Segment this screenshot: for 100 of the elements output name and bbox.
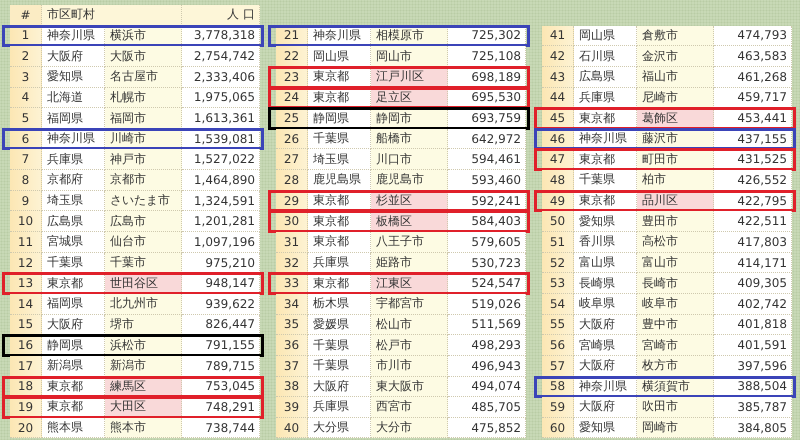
table-cell: 475,852 bbox=[448, 418, 526, 438]
table-cell: 39 bbox=[276, 397, 308, 418]
table-cell: 新潟県 bbox=[42, 356, 105, 377]
table-cell: 北九州市 bbox=[105, 294, 182, 315]
table-cell: 枚方市 bbox=[637, 356, 714, 377]
table-cell: 579,605 bbox=[448, 232, 526, 253]
table-cell: 4 bbox=[10, 88, 42, 108]
table-cell: 東大阪市 bbox=[371, 376, 448, 398]
table-cell: 千葉県 bbox=[308, 128, 371, 150]
table-cell: 大阪府 bbox=[574, 314, 637, 336]
table-cell: 15 bbox=[10, 314, 42, 336]
table-cell: 栃木県 bbox=[308, 294, 371, 315]
table-cell: 福山市 bbox=[637, 66, 714, 88]
table-cell: 長崎県 bbox=[574, 273, 637, 294]
table-cell: 高松市 bbox=[637, 232, 714, 253]
table-cell: 千葉県 bbox=[42, 252, 105, 274]
table-cell: 1,613,361 bbox=[182, 108, 260, 129]
table-cell: 725,108 bbox=[448, 46, 526, 67]
table-cell: 広島市 bbox=[105, 211, 182, 232]
table-cell: 千葉県 bbox=[574, 170, 637, 191]
table-cell: 642,972 bbox=[448, 128, 526, 150]
table-cell: 西宮市 bbox=[371, 397, 448, 418]
table-cell: 福岡県 bbox=[42, 108, 105, 129]
table-cell: 大分市 bbox=[371, 418, 448, 438]
table-cell: 京都市 bbox=[105, 170, 182, 191]
table-cell: 岡山県 bbox=[308, 46, 371, 67]
table-cell: 494,074 bbox=[448, 376, 526, 398]
table-cell: 397,596 bbox=[714, 356, 792, 377]
table-cell: 20 bbox=[10, 418, 42, 438]
table-cell: 51 bbox=[542, 232, 574, 253]
table-cell: 48 bbox=[542, 170, 574, 191]
table-cell: 2,754,742 bbox=[182, 46, 260, 67]
table-cell: 26 bbox=[276, 128, 308, 150]
table-cell: 43 bbox=[542, 66, 574, 88]
table-cell: 姫路市 bbox=[371, 252, 448, 274]
table-cell: 401,818 bbox=[714, 314, 792, 336]
table-cell: 市川市 bbox=[371, 356, 448, 377]
table-cell: 52 bbox=[542, 252, 574, 274]
table-cell: 1,097,196 bbox=[182, 232, 260, 253]
table-cell: 485,705 bbox=[448, 397, 526, 418]
table-cell: 401,591 bbox=[714, 335, 792, 356]
table-cell: 54 bbox=[542, 294, 574, 315]
table-cell: 宇都宮市 bbox=[371, 294, 448, 315]
table-cell: 11 bbox=[10, 232, 42, 253]
table-cell: 新潟市 bbox=[105, 356, 182, 377]
table-cell: 松戸市 bbox=[371, 335, 448, 356]
table-cell: 56 bbox=[542, 335, 574, 356]
table-cell: 22 bbox=[276, 46, 308, 67]
column-header: # bbox=[10, 5, 42, 26]
table-cell: 1,527,022 bbox=[182, 149, 260, 170]
table-cell: 59 bbox=[542, 397, 574, 418]
table-cell: 385,787 bbox=[714, 397, 792, 418]
table-cell: 384,805 bbox=[714, 418, 792, 438]
column-header: 人 口 bbox=[182, 5, 260, 26]
table-cell: 大阪府 bbox=[42, 314, 105, 336]
table-cell: 3 bbox=[10, 66, 42, 88]
table-cell: 12 bbox=[10, 252, 42, 274]
table-cell: 宮崎市 bbox=[637, 335, 714, 356]
table-cell: 兵庫県 bbox=[308, 397, 371, 418]
table-cell: 40 bbox=[276, 418, 308, 438]
table-cell: 2,333,406 bbox=[182, 66, 260, 88]
table-cell: 27 bbox=[276, 149, 308, 170]
table-cell: 53 bbox=[542, 273, 574, 294]
table-cell: 1,464,890 bbox=[182, 170, 260, 191]
table-cell: 名古屋市 bbox=[105, 66, 182, 88]
table-cell: 975,210 bbox=[182, 252, 260, 274]
table-cell: 37 bbox=[276, 356, 308, 377]
table-cell: 402,742 bbox=[714, 294, 792, 315]
table-cell: 939,622 bbox=[182, 294, 260, 315]
table-cell: 熊本市 bbox=[105, 418, 182, 438]
table-cell: 大阪府 bbox=[574, 356, 637, 377]
table-cell: 459,717 bbox=[714, 88, 792, 108]
table-cell: 7 bbox=[10, 149, 42, 170]
table-cell: 石川県 bbox=[574, 46, 637, 67]
table-cell: 富山県 bbox=[574, 252, 637, 274]
table-cell: 東京都 bbox=[308, 232, 371, 253]
table-cell: 409,305 bbox=[714, 273, 792, 294]
table-cell: 神戸市 bbox=[105, 149, 182, 170]
table-cell: 826,447 bbox=[182, 314, 260, 336]
table-cell: 堺市 bbox=[105, 314, 182, 336]
table-cell: 519,026 bbox=[448, 294, 526, 315]
table-cell: さいたま市 bbox=[105, 190, 182, 212]
table-cell: 55 bbox=[542, 314, 574, 336]
table-cell: 岡山市 bbox=[371, 46, 448, 67]
table-cell: 千葉県 bbox=[308, 335, 371, 356]
table-cell: 埼玉県 bbox=[42, 190, 105, 212]
table-cell: 北海道 bbox=[42, 88, 105, 108]
table-cell: 福岡市 bbox=[105, 108, 182, 129]
table-cell: 鹿児島市 bbox=[371, 170, 448, 191]
table-cell: 岐阜県 bbox=[574, 294, 637, 315]
table-cell: 広島県 bbox=[574, 66, 637, 88]
table-cell: 長崎市 bbox=[637, 273, 714, 294]
table-cell: 789,715 bbox=[182, 356, 260, 377]
table-cell: 2 bbox=[10, 46, 42, 67]
table-cell: 札幌市 bbox=[105, 88, 182, 108]
table-cell: 496,943 bbox=[448, 356, 526, 377]
table-cell: 倉敷市 bbox=[637, 26, 714, 46]
table-cell: 金沢市 bbox=[637, 46, 714, 67]
table-cell: 宮城県 bbox=[42, 232, 105, 253]
table-cell: 31 bbox=[276, 232, 308, 253]
